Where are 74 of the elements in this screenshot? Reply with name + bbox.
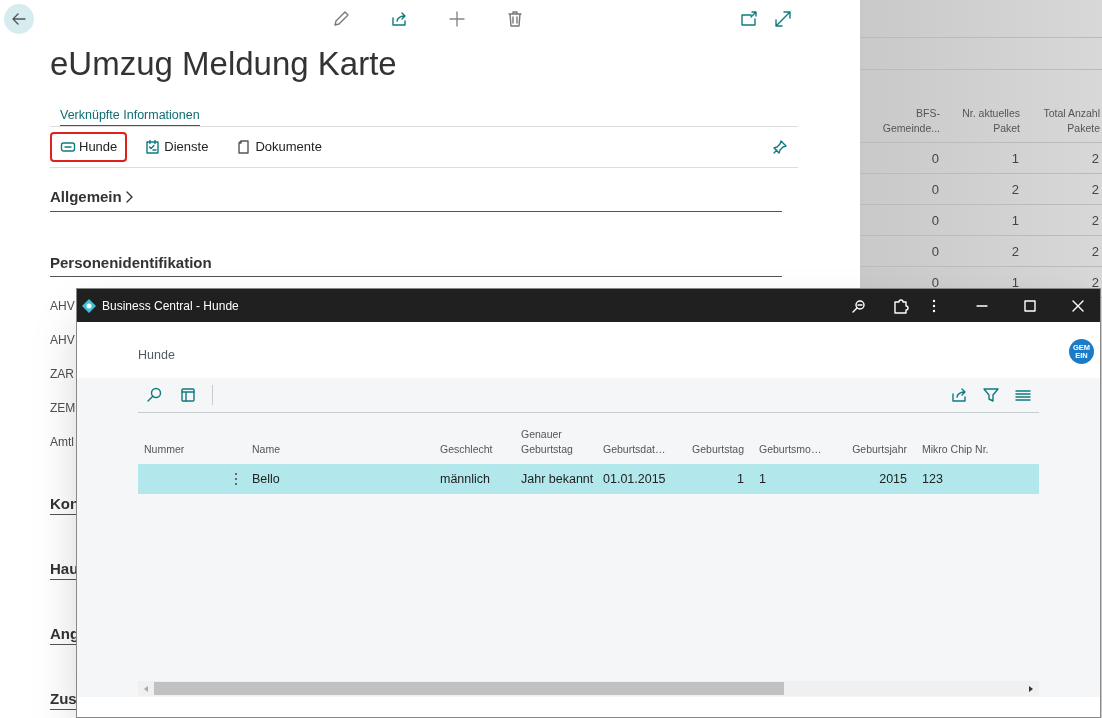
maximize-icon[interactable]: [1024, 299, 1036, 312]
field-label: Amtl: [50, 435, 74, 450]
table-cell: 1: [942, 143, 1022, 174]
scrollbar-thumb[interactable]: [154, 682, 784, 695]
section-title: Personenidentifikation: [50, 252, 212, 273]
window-title: Business Central - Hunde: [102, 297, 239, 315]
add-icon[interactable]: [448, 10, 466, 28]
table-cell: 1: [737, 471, 744, 486]
column-header: Geschlecht: [440, 442, 493, 457]
search-icon[interactable]: [146, 387, 162, 403]
column-header: Geburtsdat…: [603, 442, 666, 457]
table-cell: 0: [860, 143, 942, 174]
table-cell: 2: [1022, 205, 1102, 236]
open-new-window-icon[interactable]: [740, 10, 758, 28]
table-cell: 1: [759, 471, 766, 486]
action-button[interactable]: Dokumente: [226, 132, 332, 162]
related-info-link[interactable]: Verknüpfte Informationen: [60, 106, 200, 126]
field-label: AHV: [50, 299, 75, 314]
field-label: ZAR: [50, 367, 74, 382]
back-button[interactable]: [4, 4, 34, 34]
filter-icon[interactable]: [983, 387, 999, 403]
table-cell: 2: [1022, 143, 1102, 174]
pin-icon[interactable]: [772, 139, 788, 155]
more-icon[interactable]: [932, 298, 936, 313]
more-options-icon[interactable]: [234, 472, 238, 486]
list-icon[interactable]: [1015, 387, 1031, 403]
column-header: Total Anzahl Pakete: [1022, 106, 1102, 143]
column-header: Genauer Geburtstag: [521, 427, 573, 457]
share-icon[interactable]: [390, 10, 408, 28]
column-header: BFS- Gemeinde...: [860, 106, 942, 143]
action-button[interactable]: Dienste: [135, 132, 219, 162]
column-header: Nummer: [144, 442, 185, 457]
table-row[interactable]: Bello männlich Jahr bekannt 01.01.2015 1 1 2015 123: [138, 464, 1039, 494]
table-cell: Jahr bekannt: [521, 471, 594, 486]
table-cell: 1: [942, 205, 1022, 236]
table-cell: 2: [1022, 236, 1102, 267]
section-title[interactable]: Allgemein: [50, 186, 122, 209]
extension-icon[interactable]: [892, 296, 910, 315]
section-header[interactable]: Allgemein: [50, 186, 782, 212]
table-cell: 2: [942, 236, 1022, 267]
table-cell: 0: [860, 205, 942, 236]
page-caption: Hunde: [138, 347, 175, 364]
table-cell: 2015: [879, 471, 907, 486]
table-cell: männlich: [440, 471, 491, 486]
column-header: Mikro Chip Nr.: [922, 442, 989, 457]
column-header: Geburtsjahr: [852, 442, 907, 457]
app-logo-icon: [81, 297, 97, 314]
table-cell: 01.01.2015: [603, 471, 666, 486]
column-header: Nr. aktuelles Paket: [942, 106, 1022, 143]
table-cell: 2: [1022, 174, 1102, 205]
back-arrow-icon: [11, 11, 27, 27]
table-cell: Bello: [252, 471, 280, 486]
share-icon[interactable]: [951, 387, 967, 403]
field-label: AHV: [50, 333, 75, 348]
column-header: Geburtstag: [692, 442, 744, 457]
edit-icon[interactable]: [332, 10, 350, 28]
action-button[interactable]: Hunde: [50, 132, 128, 162]
checklist-icon: [145, 139, 162, 155]
scroll-right-icon[interactable]: [1027, 684, 1035, 693]
table-cell: 0: [860, 236, 942, 267]
table-cell: 123: [922, 471, 943, 486]
tag-icon: [60, 139, 76, 155]
column-header: Geburtsmo…: [759, 442, 822, 457]
layout-icon[interactable]: [180, 387, 196, 403]
zoom-icon[interactable]: [852, 298, 866, 313]
table-cell: 0: [860, 174, 942, 205]
delete-icon[interactable]: [506, 10, 524, 28]
close-icon[interactable]: [1072, 299, 1084, 312]
expand-icon[interactable]: [774, 10, 792, 28]
page-title: eUmzug Meldung Karte: [50, 44, 398, 84]
field-label: ZEM: [50, 401, 76, 416]
table-cell: 2: [942, 174, 1022, 205]
column-header: Name: [252, 442, 280, 457]
horizontal-scrollbar[interactable]: [138, 681, 1039, 696]
